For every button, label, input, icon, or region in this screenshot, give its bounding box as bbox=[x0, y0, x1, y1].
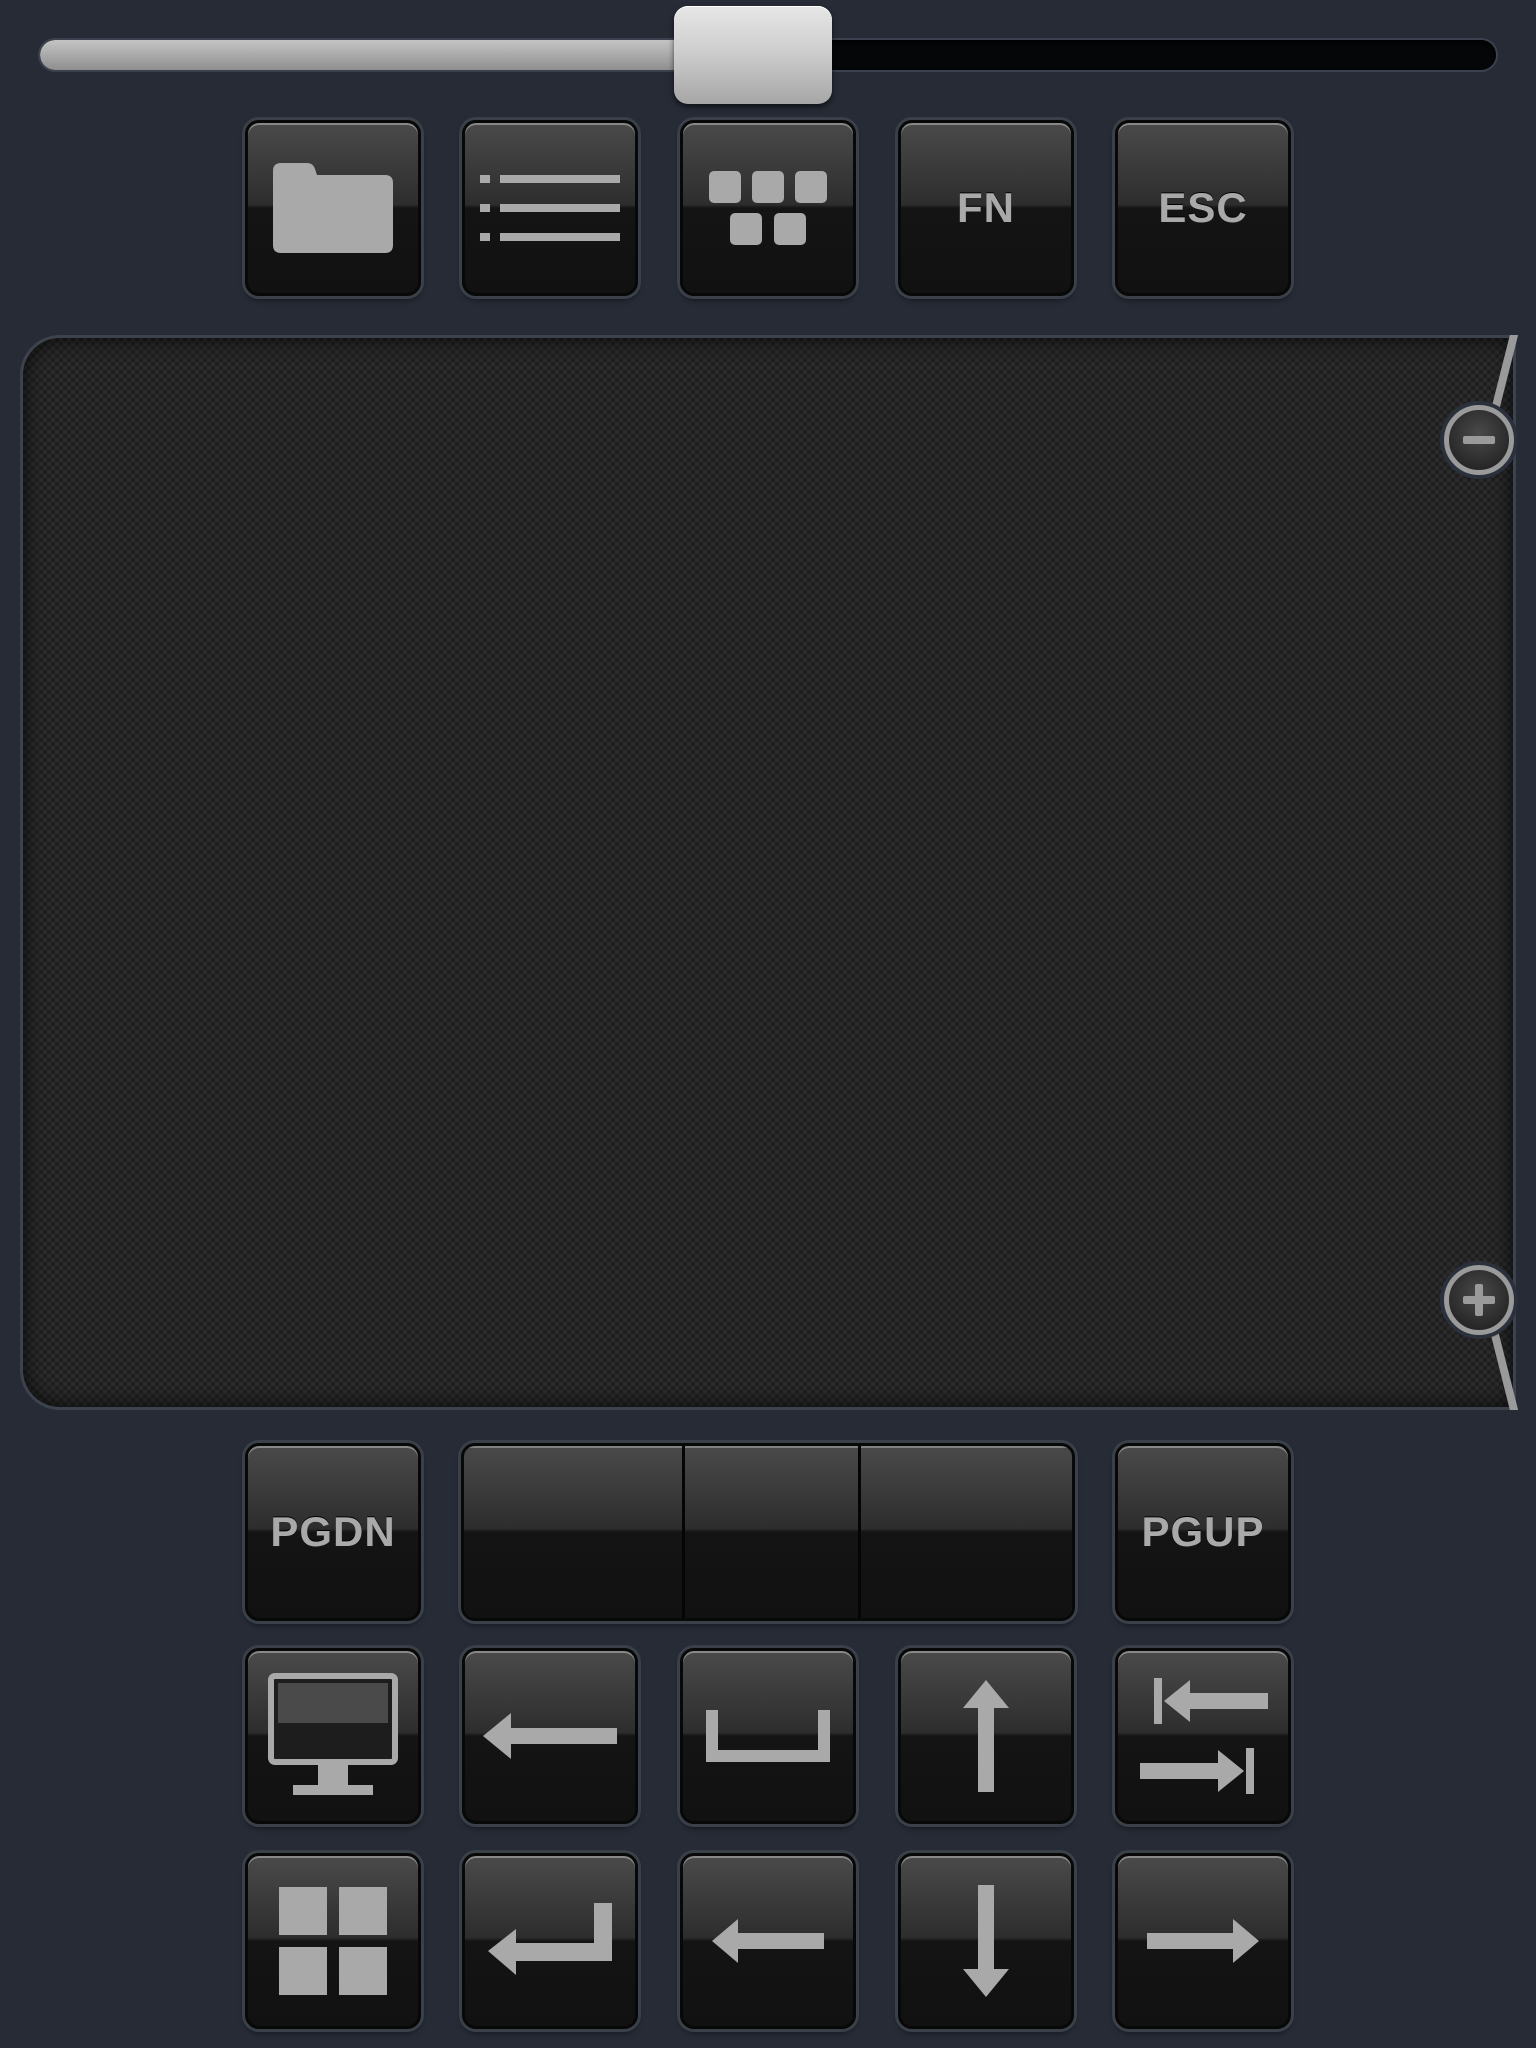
space-button[interactable] bbox=[680, 1648, 856, 1824]
arrow-left-icon bbox=[712, 1919, 824, 1963]
zoom-in-button[interactable] bbox=[1444, 1265, 1514, 1335]
windows-button[interactable] bbox=[245, 1853, 421, 2029]
touchpad-area[interactable] bbox=[20, 335, 1516, 1410]
enter-arrow-icon bbox=[488, 1903, 612, 1975]
esc-label: ESC bbox=[1158, 184, 1248, 231]
zoom-out-icon bbox=[1463, 436, 1495, 444]
keypad-icon bbox=[709, 171, 827, 245]
space-bar-icon bbox=[706, 1710, 830, 1762]
zoom-rail-line bbox=[1486, 335, 1518, 1410]
arrow-right-button[interactable] bbox=[1115, 1853, 1291, 2029]
folder-icon bbox=[273, 163, 393, 253]
volume-slider-thumb[interactable] bbox=[674, 6, 833, 104]
middle-click-button[interactable] bbox=[682, 1446, 858, 1618]
volume-slider-fill bbox=[40, 40, 754, 70]
zoom-out-button[interactable] bbox=[1444, 405, 1514, 475]
right-click-button[interactable] bbox=[858, 1446, 1072, 1618]
arrow-down-button[interactable] bbox=[898, 1853, 1074, 2029]
folder-button[interactable] bbox=[245, 120, 421, 296]
left-click-button[interactable] bbox=[464, 1446, 682, 1618]
arrow-left-button[interactable] bbox=[680, 1853, 856, 2029]
pgup-label: PGUP bbox=[1141, 1508, 1265, 1555]
enter-button[interactable] bbox=[462, 1853, 638, 2029]
page-up-button[interactable]: PGUP bbox=[1115, 1443, 1291, 1621]
esc-button[interactable]: ESC bbox=[1115, 120, 1291, 296]
windows-icon bbox=[279, 1887, 387, 1995]
fn-label: FN bbox=[957, 184, 1015, 231]
zoom-rail bbox=[1428, 335, 1518, 1410]
mouse-buttons bbox=[461, 1443, 1075, 1621]
zoom-in-icon bbox=[1463, 1284, 1495, 1316]
pgdn-label: PGDN bbox=[270, 1508, 396, 1555]
list-icon bbox=[480, 175, 620, 241]
arrow-up-icon bbox=[963, 1680, 1009, 1792]
fn-button[interactable]: FN bbox=[898, 120, 1074, 296]
arrow-right-icon bbox=[1147, 1919, 1259, 1963]
monitor-icon bbox=[268, 1673, 398, 1795]
tab-button[interactable] bbox=[1115, 1648, 1291, 1824]
list-button[interactable] bbox=[462, 120, 638, 296]
page-down-button[interactable]: PGDN bbox=[245, 1443, 421, 1621]
backspace-button[interactable] bbox=[462, 1648, 638, 1824]
arrow-up-button[interactable] bbox=[898, 1648, 1074, 1824]
keypad-button[interactable] bbox=[680, 120, 856, 296]
show-desktop-button[interactable] bbox=[245, 1648, 421, 1824]
backspace-arrow-icon bbox=[483, 1713, 617, 1759]
tab-arrows-icon bbox=[1140, 1678, 1268, 1794]
arrow-down-icon bbox=[963, 1885, 1009, 1997]
remote-control-panel: FN ESC PGDN PGUP bbox=[0, 0, 1536, 2048]
